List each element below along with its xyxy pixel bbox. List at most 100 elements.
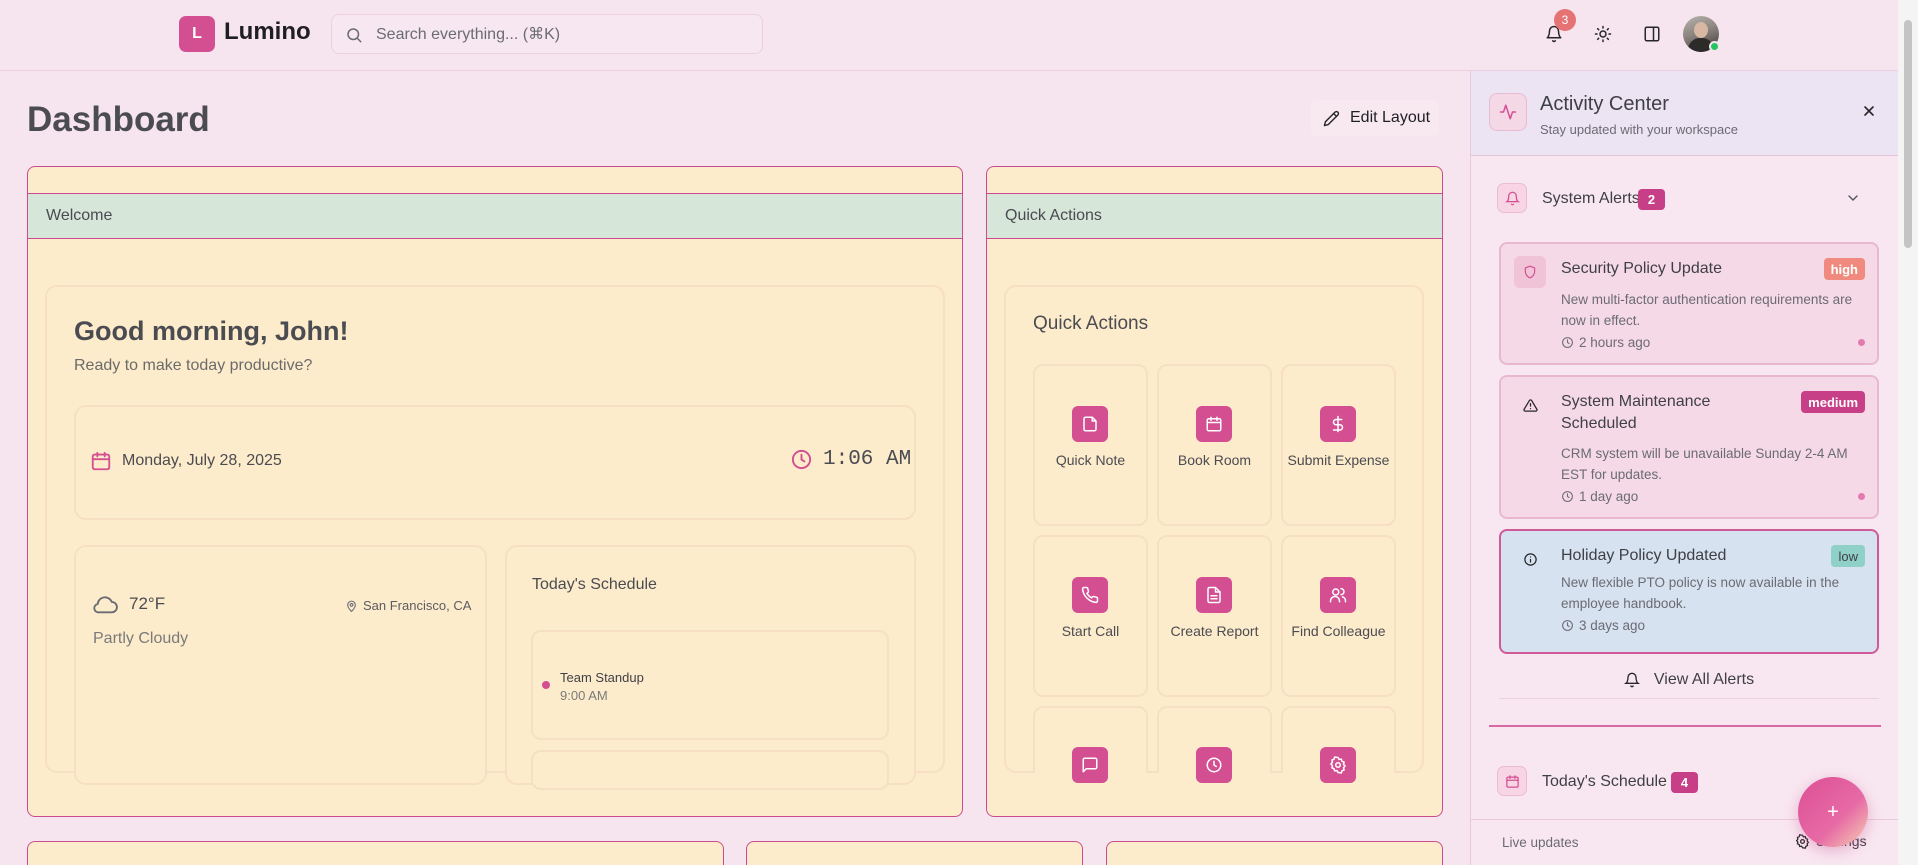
alert-body: CRM system will be unavailable Sunday 2-… [1561,446,1848,482]
date-display: Monday, July 28, 2025 [90,450,282,472]
calendar-icon [90,450,112,472]
note-icon [1072,406,1108,442]
logo-mark[interactable]: L [179,16,215,52]
quick-note-label: Quick Note [1055,452,1126,468]
greeting-heading: Good morning, John! [74,316,349,346]
alert-title: Security Policy Update [1561,260,1722,277]
alert-time-text: 1 day ago [1579,489,1639,504]
time-text: 1:06 AM [823,448,912,471]
alert-card-low[interactable]: Holiday Policy Updated low New flexible … [1499,529,1879,654]
create-report-label: Create Report [1170,623,1259,639]
date-text: Monday, July 28, 2025 [122,452,282,469]
alert-title: Holiday Policy Updated [1561,547,1727,564]
todays-schedule-title: Today's Schedule [1542,773,1667,790]
app-name[interactable]: Lumino [224,18,311,46]
alert-card-high[interactable]: Security Policy Update high New multi-fa… [1499,242,1879,365]
find-colleague-label: Find Colleague [1291,623,1386,639]
section-divider [1489,725,1881,727]
calendar-icon [1196,406,1232,442]
activity-center-header: Activity Center Stay updated with your w… [1471,71,1898,156]
quick-actions-title: Quick Actions [1033,313,1149,334]
bell-icon [1497,183,1527,213]
bottom-widget-3 [1106,841,1443,865]
avatar-face [1694,22,1708,38]
schedule-item[interactable] [531,750,889,790]
time-display: 1:06 AM [790,448,911,471]
bell-icon [1623,672,1640,688]
search-icon [345,26,363,44]
top-bar: L Lumino 3 [0,0,1898,71]
bottom-widget-2 [746,841,1083,865]
create-report-button[interactable] [1157,535,1272,697]
submit-expense-button[interactable] [1281,364,1396,526]
welcome-widget-title: Welcome [46,207,113,224]
weather-condition: Partly Cloudy [93,630,189,647]
unread-dot [1858,339,1865,346]
warning-icon [1514,389,1546,421]
alert-time-text: 3 days ago [1579,618,1646,633]
schedule-item-dot [542,681,550,689]
search-input[interactable] [376,24,736,46]
message-icon [1072,747,1108,783]
clock-icon [1561,619,1574,632]
users-icon [1320,577,1356,613]
schedule-item-time: 9:00 AM [560,688,608,703]
start-call-button[interactable] [1033,535,1148,697]
scrollbar-thumb[interactable] [1904,20,1912,248]
system-alerts-section-toggle[interactable]: System Alerts 2 [1489,176,1881,220]
quick-actions-widget-title: Quick Actions [1005,207,1102,224]
unread-dot [1858,493,1865,500]
severity-badge: low [1831,545,1865,567]
activity-icon [1489,93,1527,131]
activity-center-panel: Activity Center Stay updated with your w… [1470,71,1898,865]
cloud-icon [92,593,119,615]
quick-actions-card [1004,285,1424,773]
quick-actions-widget-header[interactable]: Quick Actions [987,193,1442,239]
find-colleague-button[interactable] [1281,535,1396,697]
edit-layout-label: Edit Layout [1350,109,1431,126]
gear-icon [1320,747,1356,783]
alert-time-text: 2 hours ago [1579,335,1651,350]
clock-icon [790,448,813,471]
calendar-icon [1497,766,1527,796]
toggle-panel-button[interactable] [1634,16,1670,52]
schedule-title: Today's Schedule [532,576,657,593]
alert-timestamp: 2 hours ago [1561,335,1650,350]
clock-icon [1196,747,1232,783]
schedule-item[interactable] [531,630,889,740]
theme-toggle-button[interactable] [1585,16,1621,52]
alert-timestamp: 3 days ago [1561,618,1645,633]
temperature-text: 72°F [129,594,166,613]
bottom-widget-1 [27,841,724,865]
close-panel-button[interactable] [1855,97,1883,125]
page-title: Dashboard [27,100,210,139]
edit-layout-button[interactable]: Edit Layout [1311,100,1439,136]
floating-add-button[interactable]: + [1798,777,1868,847]
quick-note-button[interactable] [1033,364,1148,526]
weather-temperature: 72°F [92,593,165,615]
alert-body: New multi-factor authentication requirem… [1561,292,1853,328]
alert-card-medium[interactable]: System Maintenance Scheduled medium CRM … [1499,375,1879,519]
book-room-button[interactable] [1157,364,1272,526]
dollar-icon [1320,406,1356,442]
system-alerts-count-badge: 2 [1638,189,1665,210]
map-pin-icon [345,599,358,613]
clock-icon [1561,336,1574,349]
search-bar[interactable] [331,14,763,54]
alert-timestamp: 1 day ago [1561,489,1638,504]
todays-schedule-count-badge: 4 [1671,772,1698,793]
book-room-label: Book Room [1177,452,1252,468]
activity-center-subtitle: Stay updated with your workspace [1540,122,1738,137]
view-all-alerts-button[interactable]: View All Alerts [1499,661,1879,699]
info-icon [1514,543,1546,575]
severity-badge: high [1823,258,1865,280]
chevron-down-icon [1845,190,1861,206]
shield-icon [1514,256,1546,288]
welcome-widget-header[interactable]: Welcome [28,193,962,239]
document-icon [1196,577,1232,613]
view-all-alerts-label: View All Alerts [1653,670,1755,688]
schedule-item-name: Team Standup [560,670,644,685]
close-icon [1861,103,1877,119]
activity-center-title: Activity Center [1540,93,1669,115]
start-call-label: Start Call [1061,623,1120,639]
